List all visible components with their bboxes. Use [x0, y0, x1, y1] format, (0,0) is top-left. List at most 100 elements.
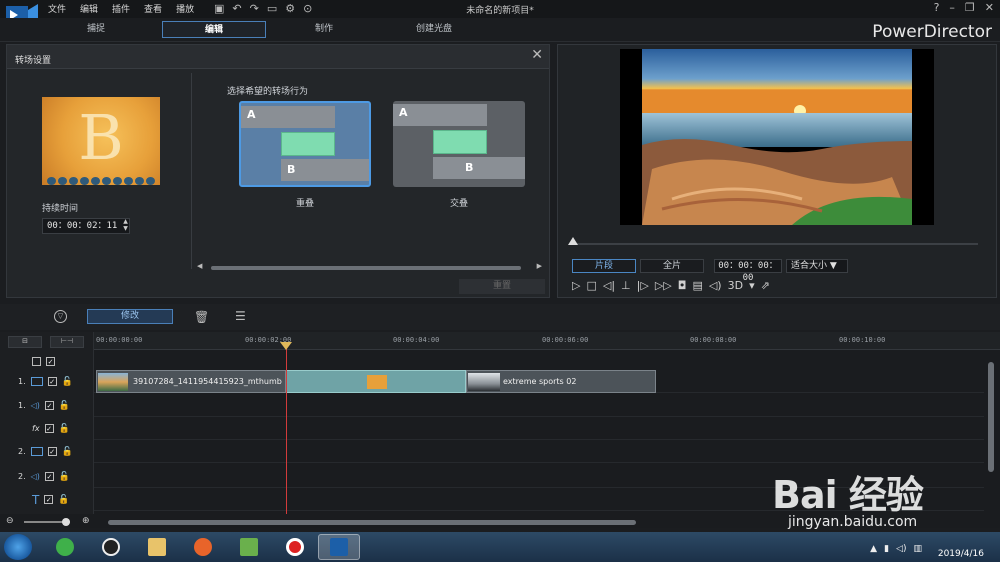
- video-track-2[interactable]: [94, 440, 984, 463]
- scroll-right-icon[interactable]: ▶: [537, 262, 542, 270]
- lock-icon[interactable]: 🔓: [62, 447, 73, 457]
- app-recorder-icon[interactable]: [274, 534, 316, 560]
- next-frame-icon[interactable]: |▷: [637, 279, 649, 292]
- reset-button[interactable]: 重置: [459, 279, 545, 294]
- track-enable-checkbox[interactable]: ✓: [46, 357, 55, 366]
- fit-timeline-icon[interactable]: ⊢⊣: [50, 336, 84, 348]
- option-overlap[interactable]: A B: [239, 101, 371, 187]
- volume-tray-icon[interactable]: ◁): [896, 544, 906, 554]
- movie-mode-button[interactable]: 全片: [640, 259, 704, 273]
- snapshot-icon[interactable]: ◘: [678, 279, 687, 292]
- playhead[interactable]: [286, 344, 287, 524]
- label-a: A: [247, 108, 256, 121]
- preview-timecode[interactable]: 00：00：00：00: [714, 259, 782, 283]
- track-enable-checkbox[interactable]: ✓: [44, 424, 54, 433]
- track-enable-checkbox[interactable]: ✓: [47, 447, 57, 456]
- subtitle-icon[interactable]: ▤: [692, 279, 702, 292]
- track-enable-checkbox[interactable]: ✓: [47, 377, 57, 386]
- close-icon[interactable]: ✕: [531, 47, 543, 63]
- track-enable-checkbox[interactable]: ✓: [44, 472, 54, 481]
- track-enable-checkbox[interactable]: ✓: [44, 495, 54, 504]
- timeline-view-icon[interactable]: ⊟: [8, 336, 42, 348]
- fast-forward-icon[interactable]: ▷▷: [655, 279, 672, 292]
- zoom-in-icon[interactable]: ⊕: [82, 516, 90, 526]
- track-header-video-1: 1. ✓ 🔓: [0, 370, 94, 393]
- play-icon[interactable]: ▷: [572, 279, 580, 292]
- timeline-ruler[interactable]: 00:00:00:00 00:00:02:00 00:00:04:00 00:0…: [94, 332, 1000, 350]
- track-visible-checkbox[interactable]: [32, 357, 41, 366]
- undock-icon[interactable]: ⇗: [761, 279, 770, 292]
- track-header-audio-2: 2. ◁) ✓ 🔓: [0, 465, 94, 488]
- thumbnail-balls: [42, 175, 160, 185]
- lock-icon[interactable]: 🔓: [58, 495, 69, 505]
- app-editor-icon[interactable]: [228, 534, 270, 560]
- app-qq-icon[interactable]: [90, 534, 132, 560]
- tab-create-disc[interactable]: 创建光盘: [382, 21, 486, 38]
- video-clip[interactable]: extreme sports 02: [466, 370, 656, 393]
- tab-edit[interactable]: 编辑: [162, 21, 266, 38]
- option-crossfade[interactable]: A B: [393, 101, 525, 187]
- volume-icon[interactable]: ◁): [709, 279, 722, 292]
- timeline-vertical-scrollbar[interactable]: [988, 362, 994, 472]
- lock-icon[interactable]: 🔓: [59, 472, 70, 482]
- menu-bar: 文件 编辑 插件 查看 播放 ▣ ↶ ↷ ▭ ⚙ ⊙ 未命名的新项目* ? – …: [0, 0, 1000, 28]
- tab-capture[interactable]: 捕捉: [44, 21, 148, 38]
- zoom-out-icon[interactable]: ⊖: [6, 516, 14, 526]
- duration-input[interactable]: 00：00：02：11: [42, 218, 130, 234]
- bar-b: [433, 157, 525, 179]
- lock-icon[interactable]: 🔓: [59, 401, 70, 411]
- fit-size-select[interactable]: 适合大小 ▼: [786, 259, 848, 273]
- lock-icon[interactable]: 🔓: [62, 377, 73, 387]
- audio-track-1[interactable]: [94, 394, 984, 417]
- preview-panel: 片段 全片 00：00：00：00 适合大小 ▼ ▷ □ ◁| ⊥ |▷ ▷▷ …: [557, 44, 997, 298]
- track-header-video-2: 2. ✓ 🔓: [0, 440, 94, 463]
- audio-track-icon: ◁): [30, 401, 40, 410]
- stop-icon[interactable]: □: [586, 279, 596, 292]
- mark-icon[interactable]: ⊥: [621, 279, 631, 292]
- app-powerdirector-icon[interactable]: [318, 534, 360, 560]
- watermark-text: Bai 经验: [772, 473, 924, 517]
- dropdown-icon[interactable]: ▾: [749, 279, 755, 292]
- fit-size-label: 适合大小: [791, 261, 828, 271]
- help-icon[interactable]: ?: [934, 1, 940, 14]
- tray-arrow-icon[interactable]: ▲: [870, 544, 877, 554]
- clip-mode-button[interactable]: 片段: [572, 259, 636, 273]
- preview-scrubber[interactable]: [570, 243, 978, 245]
- label-b: B: [465, 161, 474, 174]
- network-icon[interactable]: ▥: [913, 544, 922, 554]
- video-clip[interactable]: 39107284_1411954415923_mthumb: [96, 370, 286, 393]
- close-window-icon[interactable]: ✕: [985, 1, 994, 14]
- duration-stepper[interactable]: ▲ ▼: [120, 218, 131, 234]
- restore-icon[interactable]: ❐: [965, 1, 975, 14]
- panel-scrollbar[interactable]: ◀ ▶: [197, 262, 542, 272]
- timeline-horizontal-scrollbar[interactable]: [108, 520, 636, 525]
- fx-track[interactable]: [94, 417, 984, 440]
- scrubber-knob-icon[interactable]: [568, 237, 578, 245]
- trash-icon[interactable]: 🗑: [194, 310, 209, 324]
- modify-button[interactable]: 修改: [87, 309, 173, 324]
- app-firefox-icon[interactable]: [182, 534, 224, 560]
- preview-screen: [620, 49, 934, 225]
- bar-transition: [281, 132, 335, 156]
- start-button-icon[interactable]: [4, 534, 32, 560]
- track-enable-checkbox[interactable]: ✓: [44, 401, 54, 410]
- lock-icon[interactable]: 🔓: [59, 424, 70, 434]
- minimize-icon[interactable]: –: [949, 1, 955, 14]
- battery-icon[interactable]: ▮: [884, 544, 889, 554]
- taskbar: ▲ ▮ ◁) ▥ 2019/4/16: [0, 532, 1000, 562]
- list-icon[interactable]: ☰: [235, 309, 246, 323]
- ruler-tick: 00:00:10:00: [839, 336, 886, 344]
- app-explorer-icon[interactable]: [136, 534, 178, 560]
- bar-transition: [433, 130, 487, 154]
- 3d-button[interactable]: 3D: [728, 279, 743, 292]
- brand-label: PowerDirector: [872, 22, 992, 42]
- scroll-thumb[interactable]: [211, 266, 521, 270]
- transition-clip[interactable]: [286, 370, 466, 393]
- dropdown-circle-icon[interactable]: ▽: [54, 310, 67, 323]
- prev-frame-icon[interactable]: ◁|: [603, 279, 615, 292]
- zoom-knob[interactable]: [62, 518, 70, 526]
- tab-produce[interactable]: 制作: [272, 21, 376, 38]
- scroll-left-icon[interactable]: ◀: [197, 262, 202, 270]
- clock-date[interactable]: 2019/4/16: [938, 549, 984, 559]
- app-360-icon[interactable]: [44, 534, 86, 560]
